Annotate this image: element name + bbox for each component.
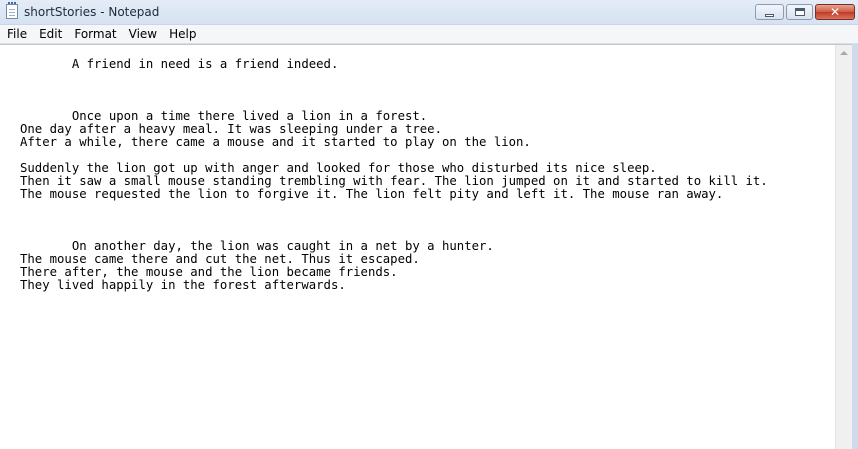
document-text[interactable]: A friend in need is a friend indeed. Onc… <box>20 58 834 448</box>
menu-view[interactable]: View <box>123 25 163 43</box>
menu-format[interactable]: Format <box>68 25 122 43</box>
notepad-window: shortStories - Notepad ✕ File Edit Forma… <box>0 0 858 449</box>
text-editor[interactable]: A friend in need is a friend indeed. Onc… <box>0 44 858 449</box>
menu-file[interactable]: File <box>0 25 33 43</box>
menu-bar: File Edit Format View Help <box>0 25 858 44</box>
minimize-icon <box>765 14 774 17</box>
menu-edit[interactable]: Edit <box>33 25 68 43</box>
menu-help[interactable]: Help <box>163 25 202 43</box>
window-border <box>852 44 858 449</box>
close-icon: ✕ <box>829 5 841 19</box>
maximize-icon <box>795 8 805 16</box>
notepad-icon[interactable] <box>6 2 18 19</box>
maximize-button[interactable] <box>786 4 813 20</box>
title-bar[interactable]: shortStories - Notepad ✕ <box>0 0 858 25</box>
window-title: shortStories - Notepad <box>24 5 160 19</box>
scroll-up-arrow-icon[interactable] <box>836 45 852 62</box>
minimize-button[interactable] <box>755 4 784 20</box>
vertical-scrollbar[interactable] <box>835 45 852 449</box>
close-button[interactable]: ✕ <box>815 4 855 20</box>
